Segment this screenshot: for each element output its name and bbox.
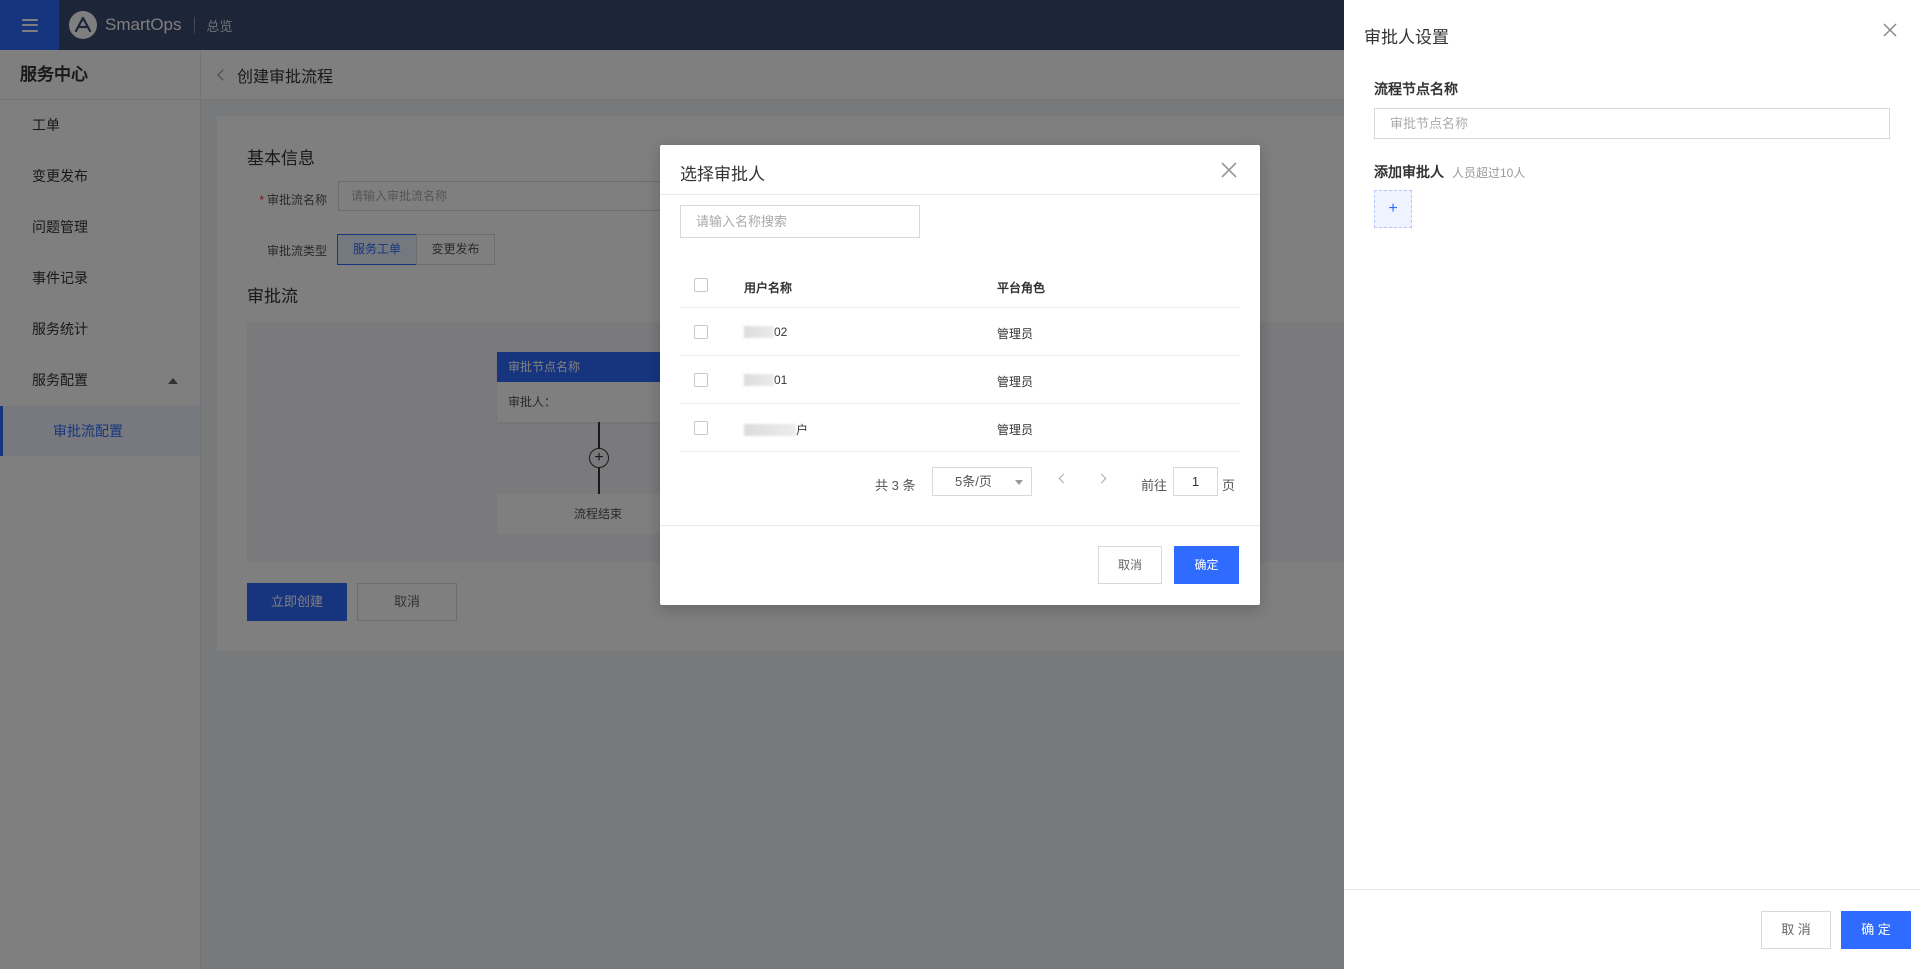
- chevron-left-icon[interactable]: [1058, 473, 1069, 484]
- select-approver-modal: 选择审批人 请输入名称搜索 用户名称 平台角色 02 管理员 01 管理员 户 …: [660, 145, 1260, 605]
- chevron-right-icon[interactable]: [1096, 473, 1107, 484]
- redacted-name: [744, 326, 774, 338]
- user-name: 01: [744, 373, 787, 387]
- node-name-input[interactable]: 审批节点名称: [1374, 108, 1890, 139]
- modal-title: 选择审批人: [680, 165, 765, 184]
- pagination-total: 共 3 条: [875, 478, 916, 493]
- page-number-input[interactable]: 1: [1173, 467, 1218, 496]
- modal-header: 选择审批人: [660, 145, 1260, 195]
- user-name-suffix: 01: [774, 373, 788, 387]
- add-approver-button[interactable]: +: [1374, 190, 1412, 228]
- node-name-label: 流程节点名称: [1374, 81, 1458, 97]
- user-role: 管理员: [997, 375, 1034, 389]
- select-all-checkbox[interactable]: [694, 278, 708, 292]
- drawer-confirm-button[interactable]: 确 定: [1841, 911, 1911, 949]
- table-header: 用户名称 平台角色: [680, 262, 1240, 308]
- redacted-name: [744, 374, 774, 386]
- add-approver-label: 添加审批人 人员超过10人: [1374, 162, 1525, 182]
- row-checkbox[interactable]: [694, 373, 708, 387]
- modal-confirm-button[interactable]: 确定: [1174, 546, 1239, 584]
- add-approver-hint: 人员超过10人: [1452, 166, 1526, 180]
- drawer-title: 审批人设置: [1364, 28, 1449, 47]
- search-input[interactable]: 请输入名称搜索: [680, 205, 920, 238]
- close-icon[interactable]: [1220, 161, 1238, 179]
- close-icon[interactable]: [1882, 22, 1898, 38]
- redacted-name: [744, 424, 796, 436]
- pagination-goto-label: 前往: [1141, 478, 1168, 493]
- table-row[interactable]: 01 管理员: [680, 356, 1240, 404]
- user-role: 管理员: [997, 327, 1034, 341]
- user-name: 户: [744, 421, 808, 438]
- table-row[interactable]: 02 管理员: [680, 308, 1240, 356]
- page-size-value: 5条/页: [955, 474, 992, 489]
- approver-settings-drawer: 审批人设置 流程节点名称 审批节点名称 添加审批人 人员超过10人 + 取 消 确…: [1344, 0, 1920, 969]
- user-table: 用户名称 平台角色 02 管理员 01 管理员 户 管理员: [680, 262, 1240, 452]
- modal-divider: [660, 525, 1260, 526]
- row-checkbox[interactable]: [694, 325, 708, 339]
- page-size-select[interactable]: 5条/页: [932, 467, 1032, 496]
- drawer-footer: 取 消 确 定: [1344, 889, 1920, 969]
- user-role: 管理员: [997, 423, 1034, 437]
- pagination: 共 3 条 5条/页 前往 1 页: [660, 467, 1260, 497]
- drawer-cancel-button[interactable]: 取 消: [1761, 911, 1831, 949]
- row-checkbox[interactable]: [694, 421, 708, 435]
- user-name-suffix: 户: [796, 423, 809, 437]
- user-name-suffix: 02: [774, 325, 788, 339]
- column-username: 用户名称: [744, 281, 793, 295]
- user-name: 02: [744, 325, 787, 339]
- table-row[interactable]: 户 管理员: [680, 404, 1240, 452]
- modal-cancel-button[interactable]: 取消: [1098, 546, 1162, 584]
- column-role: 平台角色: [997, 281, 1046, 295]
- caret-down-icon: [1015, 480, 1023, 485]
- add-approver-label-text: 添加审批人: [1374, 164, 1444, 180]
- pagination-page-unit: 页: [1222, 478, 1236, 493]
